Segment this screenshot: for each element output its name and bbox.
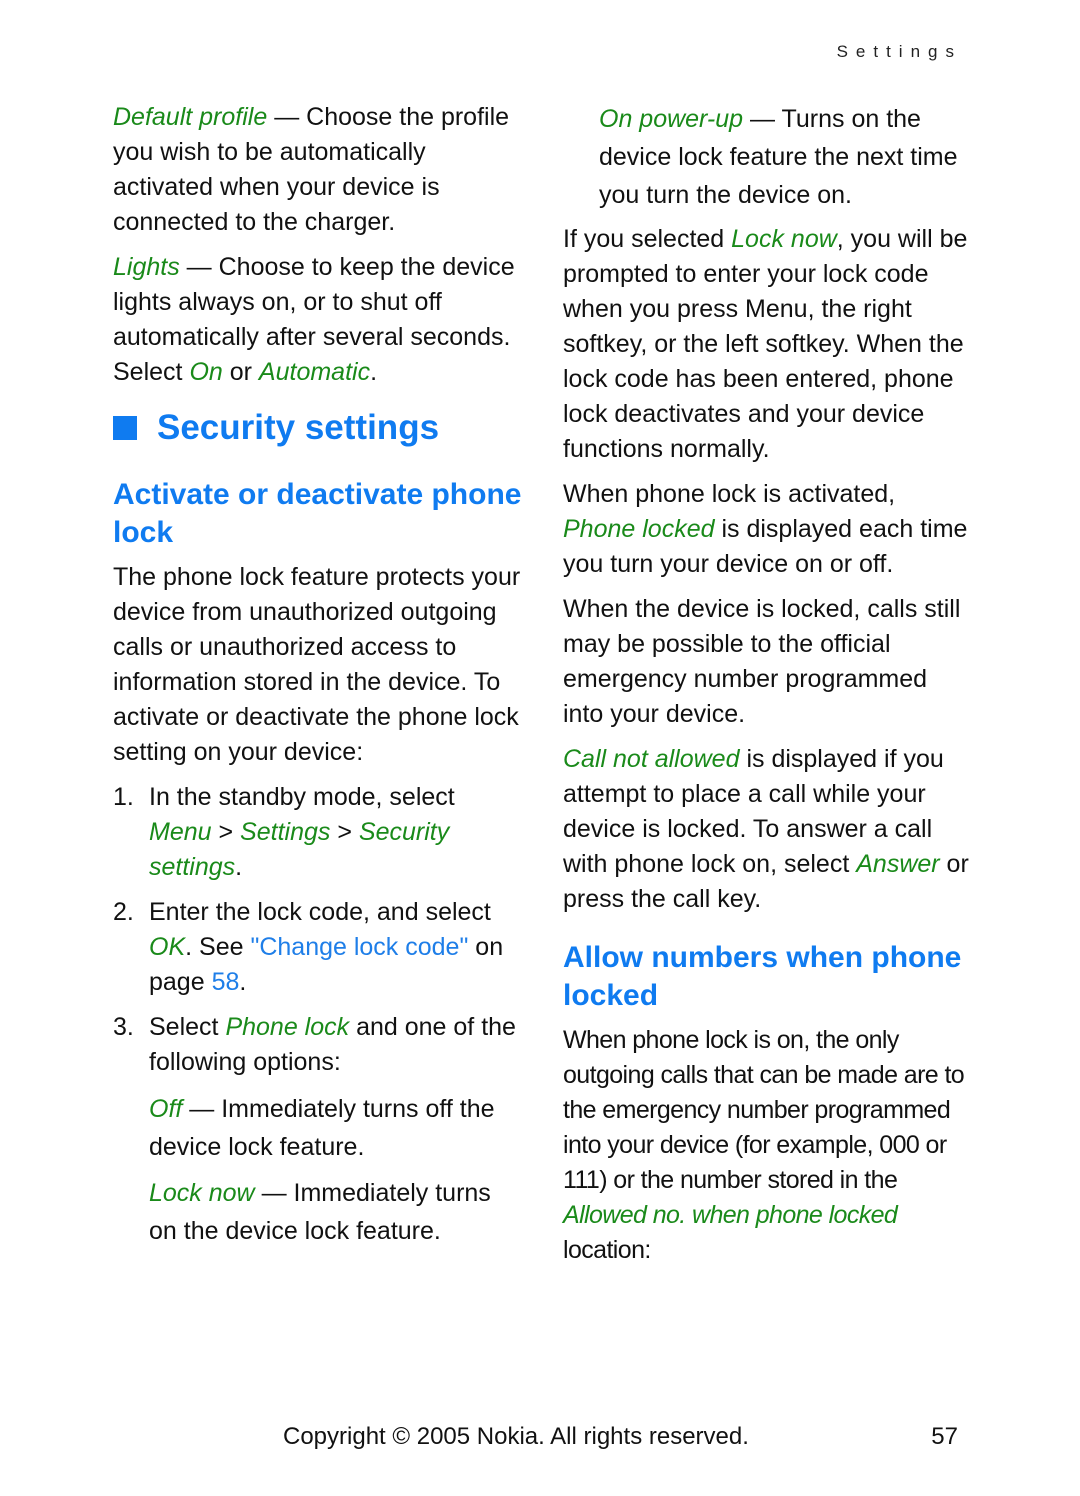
option-off: Off — Immediately turns off the device l… — [149, 1095, 495, 1161]
right-column: On power-up — Turns on the device lock f… — [563, 100, 973, 1278]
page-number: 57 — [931, 1423, 958, 1450]
page-58-link[interactable]: 58 — [212, 968, 240, 996]
allow-numbers-paragraph: When phone lock is on, the only outgoing… — [563, 1026, 965, 1264]
emergency-paragraph: When the device is locked, calls still m… — [563, 595, 961, 728]
option-automatic: Automatic — [258, 358, 371, 386]
section-title: Security settings — [113, 408, 523, 448]
option-lock-now: Lock now — Immediately turns on the devi… — [149, 1179, 491, 1245]
copyright-footer: Copyright © 2005 Nokia. All rights reser… — [283, 1423, 749, 1450]
step-1: 1. In the standby mode, select Menu > Set… — [113, 783, 455, 881]
default-profile-paragraph: Default profile — Choose the profile you… — [113, 103, 510, 236]
term-default-profile: Default profile — [113, 103, 268, 131]
subsection-title-phone-lock: Activate or deactivate phone lock — [113, 478, 522, 549]
term-lights: Lights — [113, 253, 180, 281]
step-3: 3. Select Phone lock and one of the follo… — [113, 1013, 516, 1076]
running-head: Settings — [836, 42, 962, 61]
steps-list: 1. In the standby mode, select Menu > Set… — [113, 780, 523, 1080]
phone-locked-paragraph: When phone lock is activated, Phone lock… — [563, 480, 968, 578]
lock-now-paragraph: If you selected Lock now, you will be pr… — [563, 225, 968, 463]
left-column: Default profile — Choose the profile you… — [113, 100, 523, 1258]
subsection-title-allow-numbers: Allow numbers when phone locked — [563, 941, 962, 1012]
change-lock-code-link[interactable]: "Change lock code" — [250, 933, 468, 961]
option-on: On — [189, 358, 223, 386]
call-not-allowed-paragraph: Call not allowed is displayed if you att… — [563, 745, 969, 913]
lights-paragraph: Lights — Choose to keep the device light… — [113, 253, 515, 386]
intro-paragraph: The phone lock feature protects your dev… — [113, 563, 521, 766]
section-bullet-icon — [113, 416, 137, 440]
step-2: 2. Enter the lock code, and select OK. Se… — [113, 898, 504, 996]
option-power-up: On power-up — Turns on the device lock f… — [599, 105, 958, 209]
